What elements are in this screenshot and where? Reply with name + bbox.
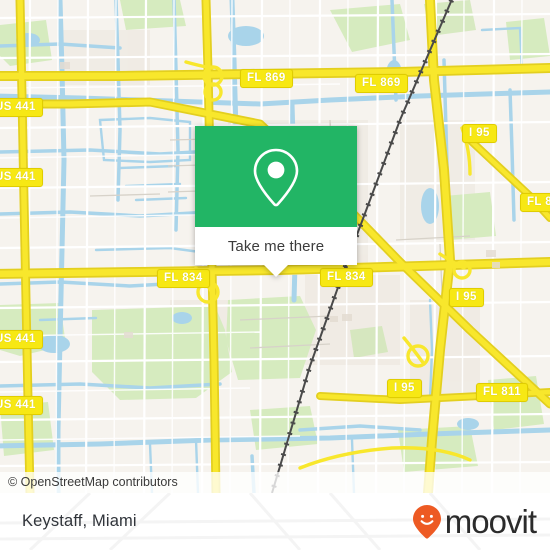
map-shield-label: FL 8: [520, 193, 550, 212]
map-shield-label: FL 869: [240, 69, 293, 88]
footer-bar: Keystaff, Miami moovit: [0, 493, 550, 550]
location-callout-card[interactable]: Take me there: [195, 126, 357, 277]
map-shield-label: FL 869: [355, 74, 408, 93]
map-shield-label: I 95: [462, 124, 497, 143]
map-shield-label: US 441: [0, 168, 43, 187]
moovit-smiley-pin-icon: [412, 504, 441, 539]
map-attribution[interactable]: © OpenStreetMap contributors: [0, 472, 550, 493]
map-shield-label: US 441: [0, 396, 43, 415]
map-pin-icon: [253, 148, 299, 206]
map-shield-label: I 95: [449, 288, 484, 307]
callout-pointer: [264, 265, 288, 277]
location-title: Keystaff, Miami: [22, 512, 137, 530]
callout-header: [195, 126, 357, 227]
map-screenshot: US 441 US 441 US 441 US 441 FL 869 FL 86…: [0, 0, 550, 550]
take-me-there-button[interactable]: Take me there: [195, 227, 357, 265]
take-me-there-label: Take me there: [227, 237, 325, 255]
map-shield-label: US 441: [0, 98, 43, 117]
map-shield-label: FL 811: [476, 383, 528, 402]
map-shield-label: I 95: [387, 379, 422, 398]
map-shield-label: US 441: [0, 330, 43, 349]
moovit-wordmark: moovit: [444, 503, 537, 540]
moovit-logo[interactable]: moovit: [412, 503, 537, 540]
